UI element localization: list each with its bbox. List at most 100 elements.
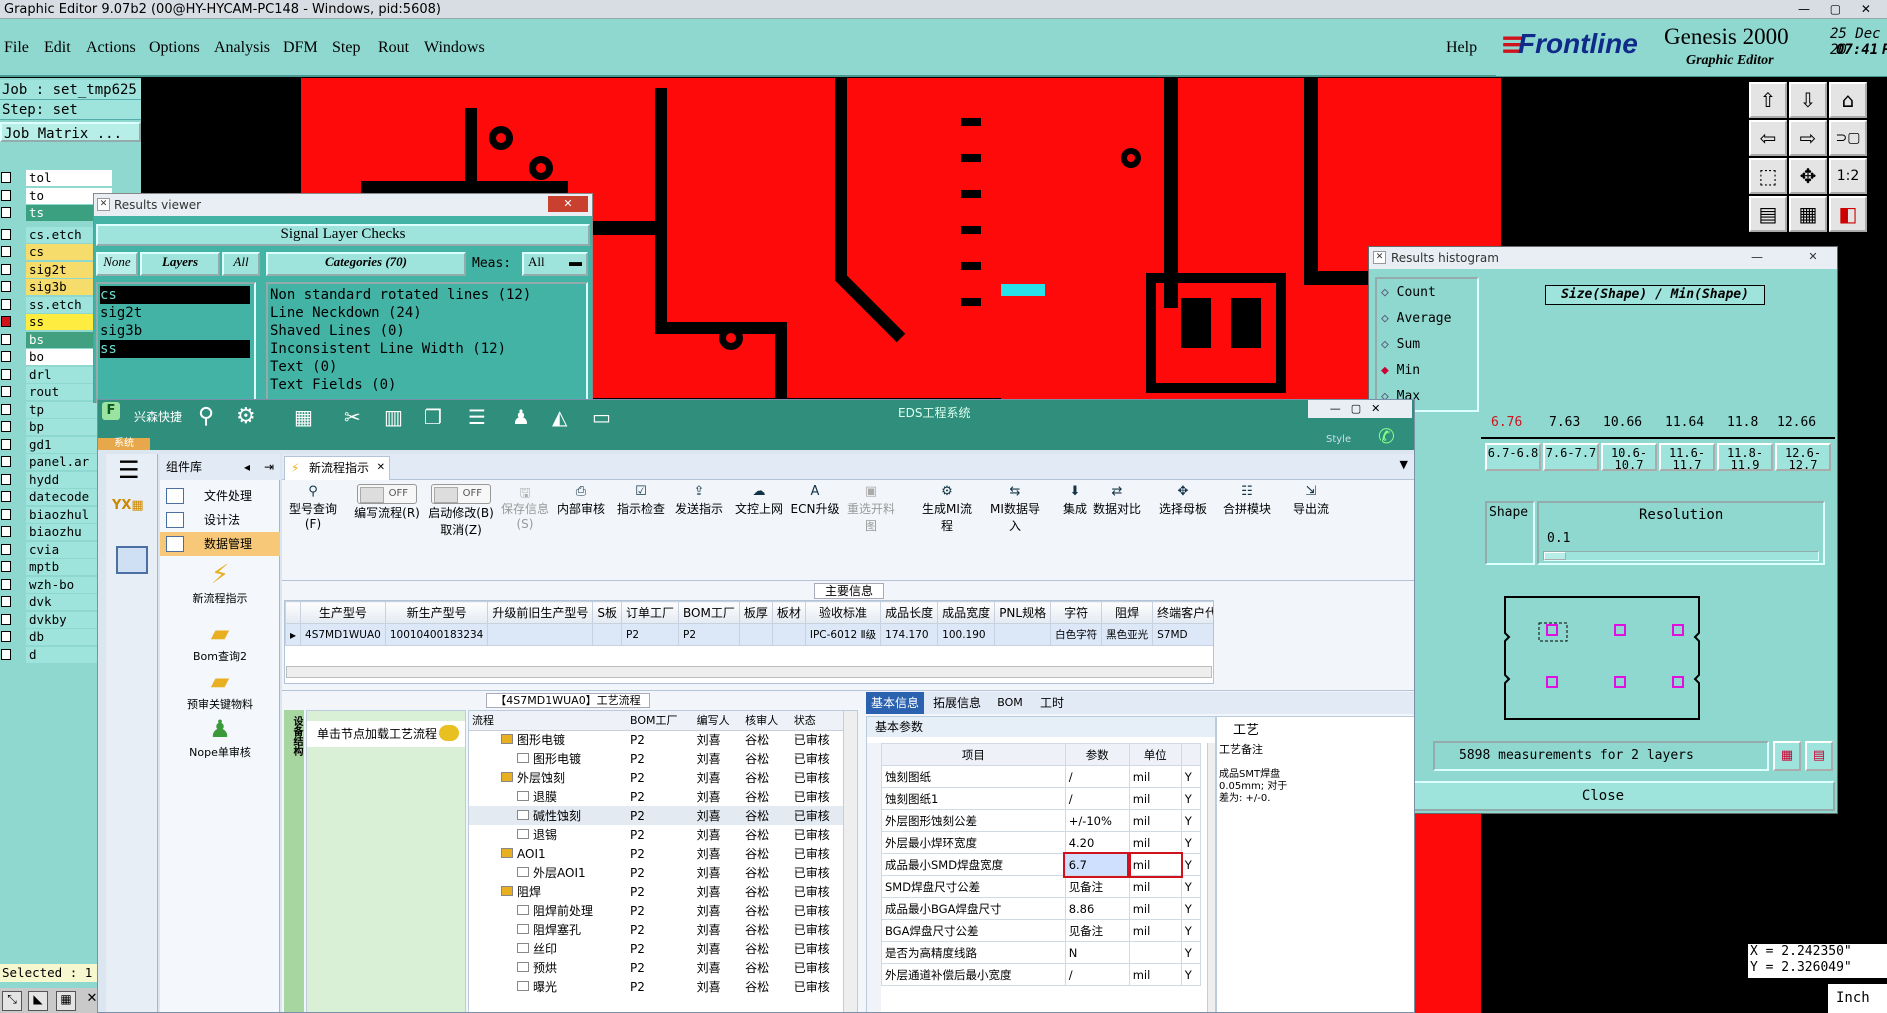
chevron-down-icon[interactable]: ▼	[1400, 458, 1408, 471]
grid-view-icon[interactable]: ▦	[1789, 196, 1827, 232]
vertical-scrollbar[interactable]	[1207, 743, 1215, 1012]
tree-row[interactable]: 退膜 P2 刘喜 谷松 已审核	[469, 787, 843, 806]
tab-basic-info[interactable]: 基本信息	[866, 692, 924, 714]
column-header[interactable]: 升级前旧生产型号	[487, 601, 594, 624]
tool-button[interactable]: OFF 编写流程(R)	[352, 484, 422, 521]
column-header[interactable]: 生产型号	[300, 601, 386, 624]
grid-icon[interactable]: ▦	[294, 406, 313, 428]
layer-checkbox-icon[interactable]	[1, 438, 11, 450]
categories-button[interactable]: Categories (70)	[266, 252, 466, 276]
tool-button[interactable]: ☑ 指示检查	[612, 484, 670, 517]
menu-actions[interactable]: Actions	[86, 39, 136, 57]
param-value-cell[interactable]: /	[1064, 787, 1130, 810]
tree-column-header[interactable]: 编写人	[693, 711, 743, 731]
layer-checkbox-icon[interactable]	[1, 333, 11, 345]
node-hint[interactable]: 单击节点加载工艺流程	[307, 721, 465, 747]
tool-button[interactable]: 🖫 保存信息(S)	[496, 484, 554, 531]
tree-column-header[interactable]: 核审人	[742, 711, 791, 731]
tab-new-process[interactable]: ⚡ 新流程指示 ✕	[284, 456, 390, 480]
rv-layer-cs[interactable]: cs	[100, 286, 250, 304]
param-value-cell[interactable]: +/-10%	[1064, 809, 1130, 832]
column-header[interactable]: 新生产型号	[384, 601, 489, 624]
home-icon[interactable]: ⌂	[1829, 82, 1867, 118]
table-cell[interactable]: S7MD	[1152, 623, 1213, 646]
window-controls[interactable]: — ▢ ✕	[1798, 0, 1879, 19]
layer-checkbox-icon[interactable]	[1, 368, 11, 380]
option-sum[interactable]: ◇ Sum	[1381, 337, 1420, 352]
tool-button[interactable]: ⇄ 数据对比	[1088, 484, 1146, 517]
histogram-titlebar[interactable]: ✕ Results histogram — ✕	[1369, 247, 1837, 269]
resolution-slider[interactable]	[1543, 551, 1819, 561]
param-row[interactable]: 成品最小BGA焊盘尺寸 8.86 mil Y	[881, 897, 1202, 920]
layer-checkbox-icon[interactable]	[1, 631, 11, 642]
table-cell[interactable]: P2	[620, 623, 680, 646]
layer-checkbox-icon[interactable]	[1, 298, 11, 310]
option-min[interactable]: ◆ Min	[1381, 363, 1420, 378]
param-row[interactable]: 外层通道补偿后最小宽度 / mil Y	[881, 963, 1202, 986]
layer-checkbox-icon[interactable]	[1, 648, 11, 660]
column-header[interactable]: 验收标准	[804, 601, 882, 624]
param-row[interactable]: 是否为高精度线路 N Y	[881, 941, 1202, 964]
tree-row[interactable]: 图形电镀 P2 刘喜 谷松 已审核	[469, 749, 843, 768]
table-row[interactable]: ▸ 4S7MD1WUA0 10010400183234 P2 P2 IPC-6012 Ⅱ级…	[285, 623, 1213, 646]
none-button[interactable]: None	[96, 252, 138, 276]
table-cell[interactable]	[994, 623, 1052, 646]
tree-row[interactable]: 图形电镀 P2 刘喜 谷松 已审核	[469, 730, 843, 749]
param-value-cell[interactable]: 8.86	[1064, 897, 1130, 920]
range-button[interactable]: 6.7-6.8	[1485, 443, 1541, 471]
range-button[interactable]: 10.6-10.7	[1601, 443, 1657, 471]
layer-checkbox-icon[interactable]	[1, 263, 11, 275]
move-left-icon[interactable]: ⇦	[1749, 120, 1787, 156]
column-header[interactable]: 终端客户代码	[1152, 601, 1213, 624]
move-right-icon[interactable]: ⇨	[1789, 120, 1827, 156]
drill-icon[interactable]: ◧	[1829, 196, 1867, 232]
vertical-tab[interactable]: 设备结构	[284, 710, 304, 1012]
tool-button[interactable]: ✥ 选择母板	[1154, 484, 1212, 517]
menu-dfm[interactable]: DFM	[283, 39, 318, 57]
range-button[interactable]: 7.6-7.7	[1543, 443, 1599, 471]
tree-row[interactable]: 阻焊前处理 P2 刘喜 谷松 已审核	[469, 901, 843, 920]
style-label[interactable]: Style	[1326, 434, 1351, 445]
option-average[interactable]: ◇ Average	[1381, 311, 1451, 326]
table-cell[interactable]: P2	[678, 623, 740, 646]
param-column-header[interactable]	[1180, 743, 1202, 766]
param-value-cell[interactable]: 见备注	[1064, 919, 1130, 942]
bom-query-button[interactable]: ▰ Bom查询2	[160, 620, 280, 664]
param-row[interactable]: 成品最小SMD焊盘宽度 6.7 mil Y	[881, 851, 1202, 878]
results-viewer-titlebar[interactable]: ✕ Results viewer ✕	[94, 194, 592, 216]
check-item[interactable]: Inconsistent Line Width (12)	[270, 340, 506, 358]
review-material-button[interactable]: ▰ 预审关键物料	[160, 668, 280, 712]
option-count[interactable]: ◇ Count	[1381, 285, 1436, 300]
phone-icon[interactable]: ✆	[1378, 424, 1395, 448]
param-value-cell[interactable]: N	[1064, 941, 1130, 964]
range-button[interactable]: 11.6-11.7	[1659, 443, 1715, 471]
range-button[interactable]: 12.6-12.7	[1775, 443, 1831, 471]
param-column-header[interactable]: 参数	[1064, 743, 1130, 766]
tree-row[interactable]: 外层蚀刻 P2 刘喜 谷松 已审核	[469, 768, 843, 787]
user-icon[interactable]: ♟	[512, 406, 530, 428]
zoom-area-icon[interactable]: ⤡	[2, 991, 22, 1011]
toggle-switch[interactable]: OFF	[357, 484, 417, 504]
measure-icon[interactable]: ◣	[28, 991, 48, 1011]
all-layers-button[interactable]: All	[222, 252, 260, 276]
table-cell[interactable]: 黑色亚光	[1101, 623, 1154, 646]
range-button[interactable]: 11.8-11.9	[1717, 443, 1773, 471]
table-cell[interactable]: 白色字符	[1050, 623, 1103, 646]
table-cell[interactable]	[487, 623, 594, 646]
layer-checkbox-icon[interactable]	[1, 596, 11, 607]
close-icon[interactable]: ✕	[548, 196, 588, 212]
column-header[interactable]: 板厚	[738, 601, 773, 624]
grid-icon[interactable]: ▦	[56, 991, 76, 1011]
vertical-scrollbar[interactable]	[843, 711, 857, 1012]
param-value-cell[interactable]: /	[1064, 765, 1130, 788]
tool-button[interactable]: ⇪ 发送指示	[670, 484, 728, 517]
process-tree[interactable]: 流程 BOM工厂 编写人 核审人 状态 图形电镀 P2 刘喜 谷松 已审核 图形电镀 P2 刘喜 谷松 已审…	[468, 710, 858, 1012]
table-cell[interactable]: 100.190	[937, 623, 996, 646]
param-row[interactable]: 外层图形蚀刻公差 +/-10% mil Y	[881, 809, 1202, 832]
param-row[interactable]: BGA焊盘尺寸公差 见备注 mil Y	[881, 919, 1202, 942]
layer-checkbox-icon[interactable]	[1, 543, 11, 555]
table-cell[interactable]: 4S7MD1WUA0	[300, 623, 386, 646]
tree-column-header[interactable]: BOM工厂	[627, 711, 694, 731]
layer-checkbox-icon[interactable]	[1, 228, 11, 240]
layer-checkbox-icon[interactable]	[1, 316, 11, 327]
